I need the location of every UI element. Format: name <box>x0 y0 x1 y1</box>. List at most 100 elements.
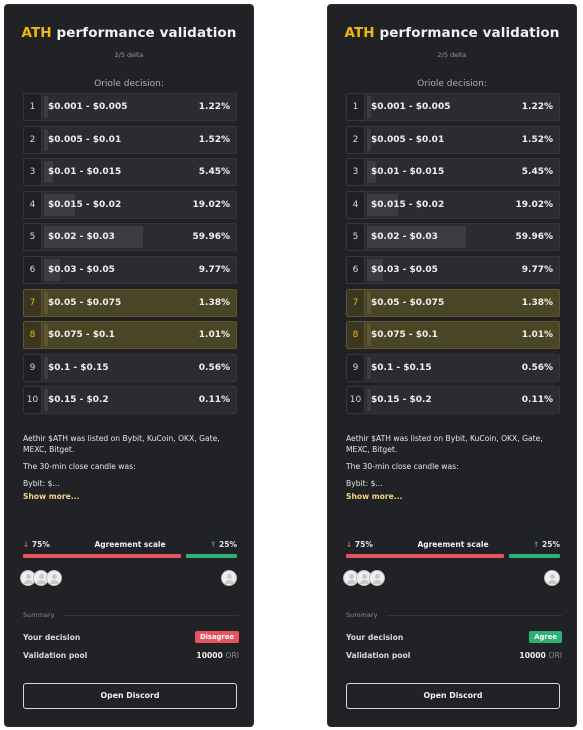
range-label: $0.05 - $0.075 <box>371 297 445 308</box>
price-range-row[interactable]: 8 $0.075 - $0.1 1.01% <box>23 321 237 350</box>
decision-badge: Disagree <box>194 631 239 643</box>
price-range-row[interactable]: 7 $0.05 - $0.075 1.38% <box>346 288 560 317</box>
price-range-row[interactable]: 10 $0.15 - $0.2 0.11% <box>346 386 560 415</box>
price-range-row[interactable]: 1 $0.001 - $0.005 1.22% <box>23 93 237 121</box>
summary-label: Summary <box>346 611 378 619</box>
range-index: 7 <box>24 289 42 316</box>
range-label: $0.1 - $0.15 <box>371 362 432 373</box>
range-label: $0.015 - $0.02 <box>48 199 122 210</box>
range-label: $0.02 - $0.03 <box>48 232 115 243</box>
card-title: ATH performance validation <box>5 25 253 41</box>
range-percent: 0.11% <box>521 395 553 406</box>
agree-percent: ↑ 25% <box>210 540 237 549</box>
agreement-scale: ↓ 75% Agreement scale ↑ 25% <box>346 540 560 560</box>
range-label: $0.01 - $0.015 <box>371 167 445 178</box>
agree-value: 25% <box>542 540 560 549</box>
price-range-row[interactable]: 5 $0.02 - $0.03 59.96% <box>23 223 237 252</box>
price-range-row[interactable]: 3 $0.01 - $0.015 5.45% <box>346 158 560 187</box>
range-label: $0.015 - $0.02 <box>371 199 445 210</box>
range-percent: 5.45% <box>521 167 553 178</box>
price-range-row[interactable]: 2 $0.005 - $0.01 1.52% <box>23 125 237 154</box>
range-index: 2 <box>347 126 365 153</box>
range-percent: 1.01% <box>198 330 230 341</box>
title-text: performance validation <box>374 25 560 41</box>
agreement-scale-label: Agreement scale <box>417 540 489 549</box>
range-label: $0.001 - $0.005 <box>48 102 128 112</box>
range-percent: 5.45% <box>198 167 230 178</box>
range-label: $0.005 - $0.01 <box>371 134 445 145</box>
price-range-row[interactable]: 6 $0.03 - $0.05 9.77% <box>23 255 237 284</box>
range-index: 4 <box>347 191 365 218</box>
open-discord-button[interactable]: Open Discord <box>23 683 237 709</box>
range-index: 8 <box>347 322 365 349</box>
range-percent: 1.38% <box>198 297 230 308</box>
range-label: $0.075 - $0.1 <box>371 330 438 341</box>
range-index: 8 <box>24 322 42 349</box>
price-range-row[interactable]: 2 $0.005 - $0.01 1.52% <box>346 125 560 154</box>
agree-value: 25% <box>219 540 237 549</box>
range-index: 4 <box>24 191 42 218</box>
avatar-icon <box>46 570 62 586</box>
range-percent: 1.22% <box>521 102 553 112</box>
range-index: 1 <box>347 94 365 120</box>
price-range-row[interactable]: 9 $0.1 - $0.15 0.56% <box>346 353 560 382</box>
range-percent: 19.02% <box>515 199 554 210</box>
validation-card: ATH performance validation 2/5 delta Ori… <box>4 4 254 727</box>
range-label: $0.001 - $0.005 <box>371 102 451 112</box>
price-range-row[interactable]: 1 $0.001 - $0.005 1.22% <box>346 93 560 121</box>
listing-description: Aethir $ATH was listed on Bybit, KuCoin,… <box>346 433 562 502</box>
arrow-up-icon: ↑ <box>210 540 217 549</box>
range-index: 5 <box>347 224 365 251</box>
range-percent: 9.77% <box>198 264 230 275</box>
title-text: performance validation <box>51 25 237 41</box>
range-percent: 1.52% <box>198 134 230 145</box>
listing-description: Aethir $ATH was listed on Bybit, KuCoin,… <box>23 433 239 502</box>
range-percent: 0.56% <box>521 362 553 373</box>
desc-paragraph: Aethir $ATH was listed on Bybit, KuCoin,… <box>346 434 543 454</box>
price-range-row[interactable]: 9 $0.1 - $0.15 0.56% <box>23 353 237 382</box>
range-percent: 9.77% <box>521 264 553 275</box>
avatar-icon <box>369 570 385 586</box>
your-decision-label: Your decision <box>346 633 404 642</box>
range-index: 1 <box>24 94 42 120</box>
range-label: $0.075 - $0.1 <box>48 330 115 341</box>
range-index: 3 <box>347 159 365 186</box>
range-index: 9 <box>24 354 42 381</box>
card-subtitle: 2/5 delta <box>114 51 144 59</box>
show-more-link[interactable]: Show more... <box>23 491 239 502</box>
agree-bar <box>509 554 560 558</box>
range-percent: 1.52% <box>521 134 553 145</box>
range-label: $0.15 - $0.2 <box>48 395 109 406</box>
open-discord-button[interactable]: Open Discord <box>346 683 560 709</box>
desc-paragraph: Aethir $ATH was listed on Bybit, KuCoin,… <box>23 434 220 454</box>
range-label: $0.1 - $0.15 <box>48 362 109 373</box>
arrow-up-icon: ↑ <box>533 540 540 549</box>
range-index: 6 <box>24 256 42 283</box>
range-percent: 19.02% <box>192 199 231 210</box>
desc-paragraph: Bybit: $... <box>346 479 383 488</box>
validation-card: ATH performance validation 2/5 delta Ori… <box>327 4 577 727</box>
price-range-list: 1 $0.001 - $0.005 1.22% 2 $0.005 - $0.01… <box>23 93 237 419</box>
range-label: $0.05 - $0.075 <box>48 297 122 308</box>
price-range-row[interactable]: 5 $0.02 - $0.03 59.96% <box>346 223 560 252</box>
price-range-row[interactable]: 8 $0.075 - $0.1 1.01% <box>346 321 560 350</box>
card-title: ATH performance validation <box>328 25 576 41</box>
range-percent: 59.96% <box>192 232 231 243</box>
range-index: 10 <box>347 387 365 414</box>
desc-paragraph: Bybit: $... <box>23 479 60 488</box>
range-label: $0.005 - $0.01 <box>48 134 122 145</box>
summary-label: Summary <box>23 611 55 619</box>
price-range-row[interactable]: 7 $0.05 - $0.075 1.38% <box>23 288 237 317</box>
price-range-row[interactable]: 10 $0.15 - $0.2 0.11% <box>23 386 237 415</box>
price-range-row[interactable]: 6 $0.03 - $0.05 9.77% <box>346 255 560 284</box>
range-index: 5 <box>24 224 42 251</box>
pool-unit: ORI <box>548 651 563 660</box>
price-range-row[interactable]: 4 $0.015 - $0.02 19.02% <box>346 190 560 219</box>
price-range-row[interactable]: 3 $0.01 - $0.015 5.45% <box>23 158 237 187</box>
price-range-row[interactable]: 4 $0.015 - $0.02 19.02% <box>23 190 237 219</box>
range-index: 7 <box>347 289 365 316</box>
range-index: 2 <box>24 126 42 153</box>
agreement-scale-label: Agreement scale <box>94 540 166 549</box>
show-more-link[interactable]: Show more... <box>346 491 562 502</box>
range-index: 9 <box>347 354 365 381</box>
